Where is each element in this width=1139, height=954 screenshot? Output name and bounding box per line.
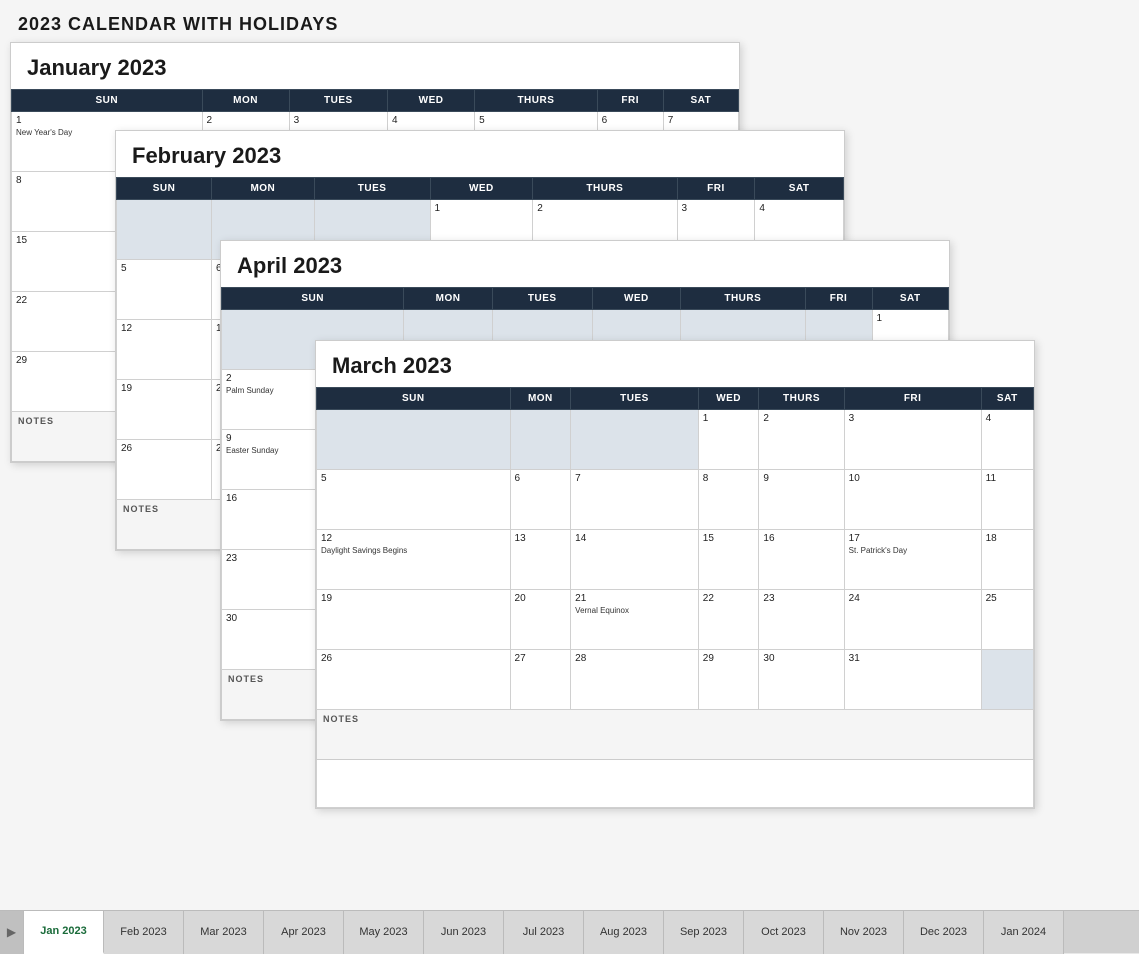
apr-col-sat: SAT [872,288,948,310]
feb-col-sat: SAT [755,178,844,200]
table-row: 23 [759,590,844,650]
apr-col-tue: TUES [492,288,592,310]
feb-col-sun: SUN [117,178,212,200]
table-row: 24 [844,590,981,650]
table-row [317,410,511,470]
tab-may-2023[interactable]: May 2023 [344,911,424,954]
jan-col-fri: FRI [597,90,663,112]
table-row: 22 [698,590,759,650]
mar-col-sun: SUN [317,388,511,410]
jan-col-mon: MON [202,90,289,112]
tab-jun-2023[interactable]: Jun 2023 [424,911,504,954]
january-title: January 2023 [11,43,739,89]
table-row: 9 [759,470,844,530]
tab-jan-2024[interactable]: Jan 2024 [984,911,1064,954]
table-row: 27 [510,650,571,710]
tab-scroll-arrow[interactable]: ▶ [0,911,24,954]
apr-col-thu: THURS [681,288,805,310]
table-row: 6 [510,470,571,530]
table-row [510,410,571,470]
apr-col-sun: SUN [222,288,404,310]
tab-jul-2023[interactable]: Jul 2023 [504,911,584,954]
march-calendar: March 2023 SUN MON TUES WED THURS FRI SA… [315,340,1035,809]
table-row: 2 [759,410,844,470]
table-row: 3 [844,410,981,470]
feb-col-tue: TUES [314,178,430,200]
mar-col-thu: THURS [759,388,844,410]
mar-col-sat: SAT [981,388,1033,410]
table-row: 5 [317,470,511,530]
table-row [571,410,699,470]
table-row: 5 [117,260,212,320]
mar-col-wed: WED [698,388,759,410]
table-row: 19 [317,590,511,650]
tab-sep-2023[interactable]: Sep 2023 [664,911,744,954]
feb-col-wed: WED [430,178,533,200]
march-title: March 2023 [316,341,1034,387]
table-row [117,200,212,260]
table-row: 18 [981,530,1033,590]
table-row [981,650,1033,710]
jan-col-sat: SAT [663,90,738,112]
table-row: 25 [981,590,1033,650]
mar-col-mon: MON [510,388,571,410]
tab-dec-2023[interactable]: Dec 2023 [904,911,984,954]
table-row: 1 [698,410,759,470]
feb-col-thu: THURS [533,178,677,200]
table-row: 15 [698,530,759,590]
apr-col-mon: MON [404,288,492,310]
main-area: 2023 CALENDAR WITH HOLIDAYS January 2023… [0,0,1139,910]
table-row: 29 [698,650,759,710]
tab-mar-2023[interactable]: Mar 2023 [184,911,264,954]
jan-col-tue: TUES [289,90,387,112]
table-row: 10 [844,470,981,530]
jan-col-sun: SUN [12,90,203,112]
tab-list: Jan 2023 Feb 2023 Mar 2023 Apr 2023 May … [24,911,1139,954]
table-row: 7 [571,470,699,530]
mar-col-tue: TUES [571,388,699,410]
table-row: 19 [117,380,212,440]
apr-col-wed: WED [592,288,680,310]
table-row: 26 [117,440,212,500]
table-row: 21Vernal Equinox [571,590,699,650]
jan-col-thu: THURS [475,90,598,112]
tab-aug-2023[interactable]: Aug 2023 [584,911,664,954]
apr-col-fri: FRI [805,288,872,310]
table-row: 4 [981,410,1033,470]
march-grid: SUN MON TUES WED THURS FRI SAT 1 2 3 [316,387,1034,808]
tab-oct-2023[interactable]: Oct 2023 [744,911,824,954]
table-row: 30 [759,650,844,710]
table-row: 8 [698,470,759,530]
table-row: 26 [317,650,511,710]
tab-bar: ▶ Jan 2023 Feb 2023 Mar 2023 Apr 2023 Ma… [0,910,1139,953]
table-row: 28 [571,650,699,710]
table-row: 31 [844,650,981,710]
tab-apr-2023[interactable]: Apr 2023 [264,911,344,954]
tab-feb-2023[interactable]: Feb 2023 [104,911,184,954]
table-row: 12 [117,320,212,380]
april-title: April 2023 [221,241,949,287]
table-row: 13 [510,530,571,590]
table-row: 17St. Patrick's Day [844,530,981,590]
march-notes: NOTES [317,710,1034,760]
february-title: February 2023 [116,131,844,177]
table-row: 20 [510,590,571,650]
page-title: 2023 CALENDAR WITH HOLIDAYS [0,0,1139,41]
table-row: 14 [571,530,699,590]
jan-col-wed: WED [388,90,475,112]
feb-col-fri: FRI [677,178,755,200]
tab-nov-2023[interactable]: Nov 2023 [824,911,904,954]
tab-jan-2023[interactable]: Jan 2023 [24,911,104,954]
table-row: 16 [759,530,844,590]
table-row: 12Daylight Savings Begins [317,530,511,590]
feb-col-mon: MON [212,178,315,200]
mar-col-fri: FRI [844,388,981,410]
table-row: 11 [981,470,1033,530]
